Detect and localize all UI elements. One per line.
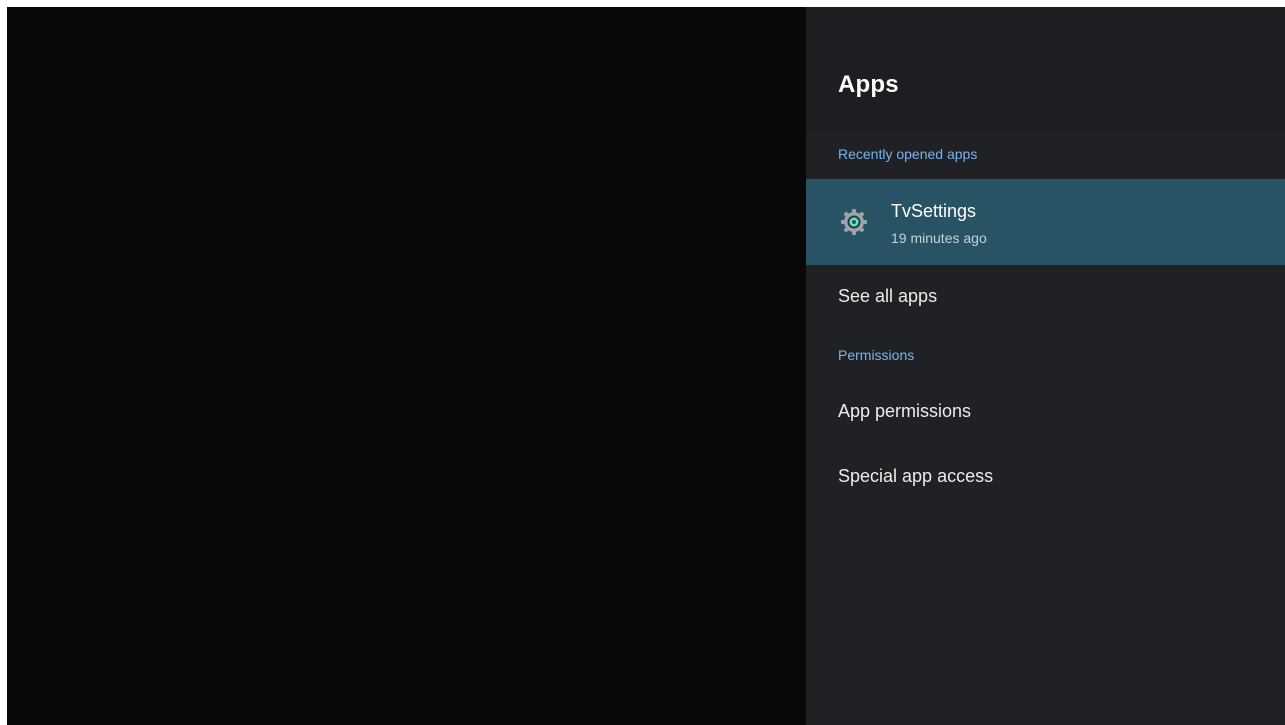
- see-all-apps-item[interactable]: See all apps: [838, 286, 937, 307]
- panel-header: Apps: [806, 7, 1285, 130]
- app-permissions-item[interactable]: App permissions: [838, 401, 971, 422]
- app-name: TvSettings: [891, 201, 977, 221]
- section-header-recent-apps: Recently opened apps: [838, 146, 978, 162]
- app-last-opened: 19 minutes ago: [891, 230, 987, 246]
- background-area: [7, 7, 806, 725]
- panel-title: Apps: [838, 71, 899, 98]
- recent-app-item-tvsettings[interactable]: TvSettings 19 minutes ago: [806, 179, 1285, 265]
- settings-side-panel: Apps Recently opened apps TvSettings 19 …: [806, 7, 1285, 725]
- tv-screen: Apps Recently opened apps TvSettings 19 …: [7, 7, 1285, 725]
- section-header-permissions: Permissions: [838, 347, 915, 363]
- gear-icon: [841, 209, 867, 235]
- special-app-access-item[interactable]: Special app access: [838, 466, 993, 487]
